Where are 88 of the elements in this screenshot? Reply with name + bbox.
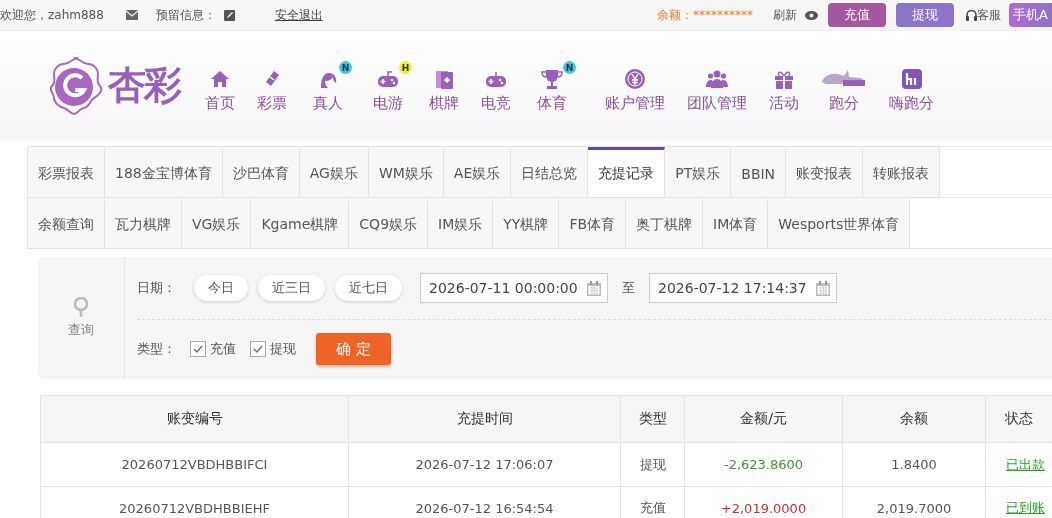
deposit-button[interactable]: 充值 [828, 3, 887, 27]
report-tab[interactable]: 188金宝博体育 [105, 147, 223, 197]
support-link[interactable]: 客服 [977, 6, 1002, 24]
report-tab[interactable]: YY棋牌 [493, 198, 560, 248]
report-tab[interactable]: 日结总览 [511, 147, 589, 197]
report-tab[interactable]: AG娱乐 [299, 147, 369, 197]
report-tab[interactable]: AE娱乐 [443, 147, 512, 197]
query-label: 查询 [68, 321, 94, 339]
checkbox[interactable] [250, 341, 266, 357]
mail-icon[interactable] [125, 10, 138, 20]
reserved-info-label: 预留信息： [155, 6, 216, 24]
report-tab[interactable]: 充提记录 [588, 147, 666, 197]
logo-text: 杏彩 [108, 61, 180, 109]
table-cell: 提现 [620, 442, 685, 487]
report-tab[interactable]: CQ9娱乐 [349, 198, 429, 248]
gamepad-icon [377, 68, 399, 90]
table-cell: 1.8400 [842, 442, 986, 487]
column-header: 充提时间 [348, 395, 621, 443]
date-range-button[interactable]: 近三日 [258, 275, 325, 301]
check-icon [193, 345, 203, 353]
report-tab[interactable]: IM娱乐 [428, 198, 494, 248]
eye-icon[interactable] [805, 10, 819, 20]
trophy-icon [541, 68, 563, 90]
report-tab[interactable]: PT娱乐 [665, 147, 732, 197]
date-range-button[interactable]: 今日 [194, 275, 248, 301]
nav-item[interactable]: 活动 [758, 60, 810, 113]
coin-icon [624, 68, 646, 90]
report-tab[interactable]: IM体育 [703, 198, 769, 248]
nav-item[interactable]: 棋牌 [418, 60, 470, 113]
nav-item[interactable]: H 电游 [358, 60, 418, 113]
column-header: 状态 [985, 395, 1052, 443]
report-tab[interactable]: 余额查询 [28, 198, 105, 248]
logout-link[interactable]: 安全退出 [274, 6, 323, 24]
calendar-icon [816, 280, 830, 296]
column-header: 类型 [620, 395, 685, 443]
badge: H [399, 61, 412, 74]
table-cell: 2026-07-12 17:06:07 [348, 442, 621, 487]
checkbox[interactable] [190, 341, 206, 357]
cards-icon [433, 68, 455, 90]
report-tab[interactable]: Kgame棋牌 [251, 198, 350, 248]
to-label: 至 [622, 279, 635, 297]
edit-icon[interactable] [223, 9, 235, 21]
nav-item[interactable]: 电竞 [470, 60, 522, 113]
type-label: 类型： [137, 340, 176, 358]
report-tab[interactable]: 转账报表 [863, 147, 941, 197]
people-icon [706, 68, 728, 90]
mobile-app-button[interactable]: 手机A [1009, 3, 1052, 27]
check-icon [253, 345, 263, 353]
app-logo-icon [900, 68, 923, 90]
column-header: 账变编号 [40, 395, 349, 443]
calendar-icon [587, 280, 601, 296]
report-tab[interactable]: FB体育 [559, 198, 627, 248]
column-header: 余额 [842, 395, 986, 443]
date-field[interactable]: 2026-07-12 17:14:37 [649, 273, 837, 303]
nav-item[interactable]: 团队管理 [676, 60, 758, 113]
nav-item[interactable]: 跑分 [810, 60, 878, 113]
badge: N [339, 61, 352, 74]
report-tab[interactable]: BBIN [731, 147, 787, 197]
welcome-text: 欢迎您，zahm888 [0, 6, 104, 24]
report-tab[interactable]: 奥丁棋牌 [626, 198, 704, 248]
balance-text: 余额：********** [657, 6, 754, 24]
home-icon [209, 68, 231, 90]
nav-item[interactable]: N 真人 [298, 60, 358, 113]
report-tab[interactable]: 瓦力棋牌 [105, 198, 182, 248]
date-range-button[interactable]: 近七日 [335, 275, 402, 301]
amount-cell: -2,623.8600 [684, 442, 843, 487]
date-field[interactable]: 2026-07-11 00:00:00 [420, 273, 608, 303]
checkbox-label: 提现 [270, 340, 296, 358]
checkbox-label: 充值 [210, 340, 236, 358]
nav-item[interactable]: N 体育 [522, 60, 582, 113]
report-tab[interactable]: 沙巴体育 [222, 147, 300, 197]
refresh-link[interactable]: 刷新 [773, 6, 798, 24]
nav-item[interactable]: 彩票 [246, 60, 298, 113]
report-tab[interactable]: VG娱乐 [182, 198, 252, 248]
nav-item[interactable]: 账户管理 [594, 60, 676, 113]
headset-icon [966, 9, 978, 21]
report-tab[interactable]: 彩票报表 [28, 147, 105, 197]
report-tab[interactable]: 账变报表 [786, 147, 864, 197]
table-cell: 20260712VBDHBBIFCI [40, 442, 349, 487]
column-header: 金额/元 [684, 395, 843, 443]
nav-item[interactable]: 嗨跑分 [878, 60, 945, 113]
report-tab[interactable]: WM娱乐 [368, 147, 444, 197]
date-label: 日期： [137, 279, 176, 297]
table-cell: 20260712VBDHBBIEHF [40, 486, 349, 518]
nav-item[interactable]: 首页 [194, 60, 246, 113]
badge: N [563, 61, 576, 74]
withdraw-button[interactable]: 提现 [896, 3, 955, 27]
report-tab[interactable]: Wesports世界体育 [768, 198, 911, 248]
